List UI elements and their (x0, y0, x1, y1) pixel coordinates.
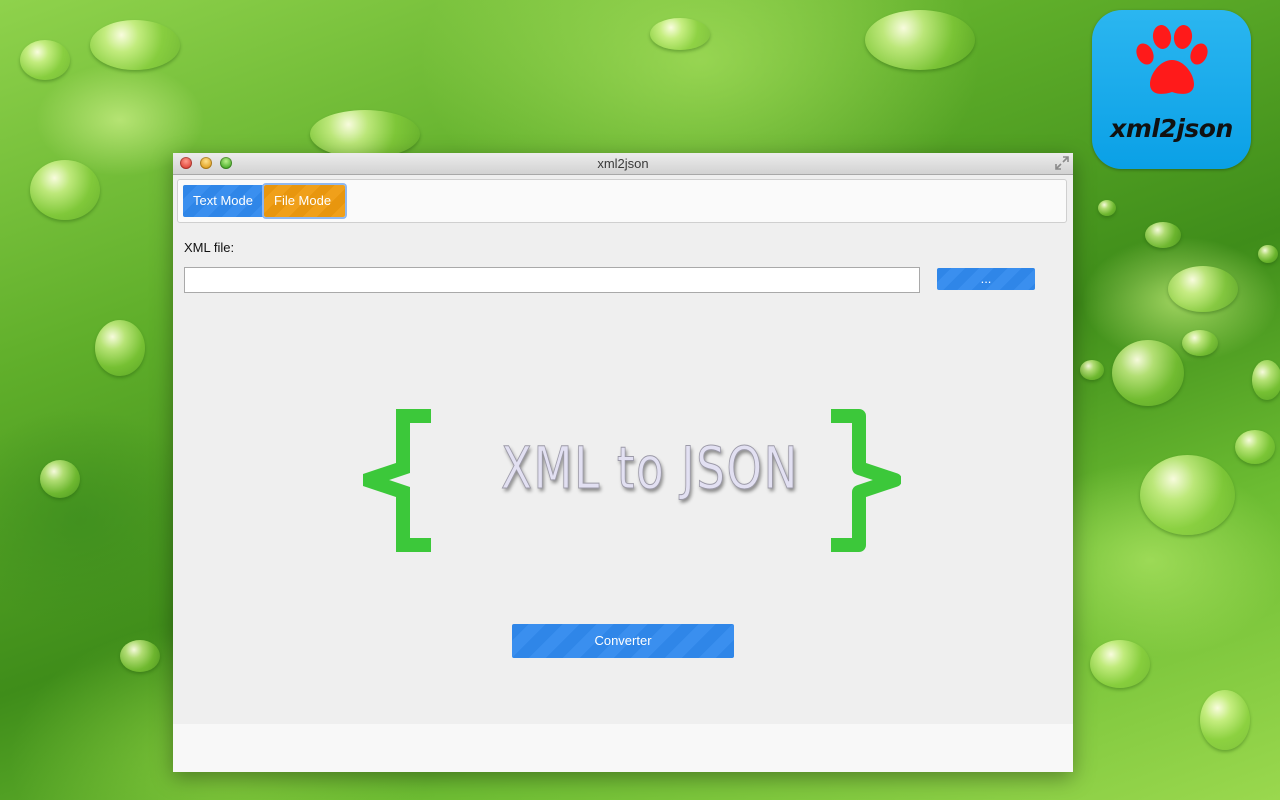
xml-file-path-input[interactable] (184, 267, 920, 293)
wallpaper-droplet (1200, 690, 1250, 750)
wallpaper-droplet (310, 110, 420, 158)
wallpaper-droplet (1182, 330, 1218, 356)
wallpaper-droplet (95, 320, 145, 376)
window-footer (173, 724, 1073, 772)
wallpaper-droplet (1080, 360, 1104, 380)
xml-file-label: XML file: (184, 240, 235, 255)
wallpaper-droplet (1090, 640, 1150, 688)
wallpaper-droplet (40, 460, 80, 498)
wallpaper-droplet (865, 10, 975, 70)
wallpaper-droplet (120, 640, 160, 672)
zoom-window-button[interactable] (220, 157, 232, 169)
xml-to-json-banner: XML to JSON (363, 408, 903, 553)
wallpaper-droplet (650, 18, 710, 50)
wallpaper-droplet (1168, 266, 1238, 312)
app-logo-label: xml2json (1110, 114, 1233, 143)
file-mode-button[interactable]: File Mode (264, 185, 345, 217)
wallpaper-droplet (20, 40, 70, 80)
left-brace-icon (363, 409, 431, 552)
wallpaper-droplet (1145, 222, 1181, 248)
minimize-window-button[interactable] (200, 157, 212, 169)
paw-icon (1136, 25, 1208, 94)
desktop-wallpaper: xml2json xml2json Text Mode File Mode XM… (0, 0, 1280, 800)
text-mode-button[interactable]: Text Mode (183, 185, 264, 217)
wallpaper-droplet (1252, 360, 1280, 400)
right-brace-icon (831, 409, 901, 552)
app-logo: xml2json (1092, 10, 1251, 169)
close-window-button[interactable] (180, 157, 192, 169)
wallpaper-droplet (30, 160, 100, 220)
wallpaper-droplet (1140, 455, 1235, 535)
window-title: xml2json (597, 156, 649, 171)
banner-title: XML to JSON (501, 434, 800, 503)
mode-toolbar: Text Mode File Mode (177, 179, 1067, 223)
convert-button[interactable]: Converter (512, 624, 734, 658)
wallpaper-droplet (1258, 245, 1278, 263)
app-window: xml2json Text Mode File Mode XML file: .… (173, 153, 1073, 772)
fullscreen-icon[interactable] (1055, 156, 1069, 170)
wallpaper-droplet (1235, 430, 1275, 464)
window-titlebar[interactable]: xml2json (173, 153, 1073, 175)
browse-file-button[interactable]: ... (937, 268, 1035, 290)
wallpaper-droplet (1098, 200, 1116, 216)
wallpaper-droplet (90, 20, 180, 70)
wallpaper-droplet (1112, 340, 1184, 406)
